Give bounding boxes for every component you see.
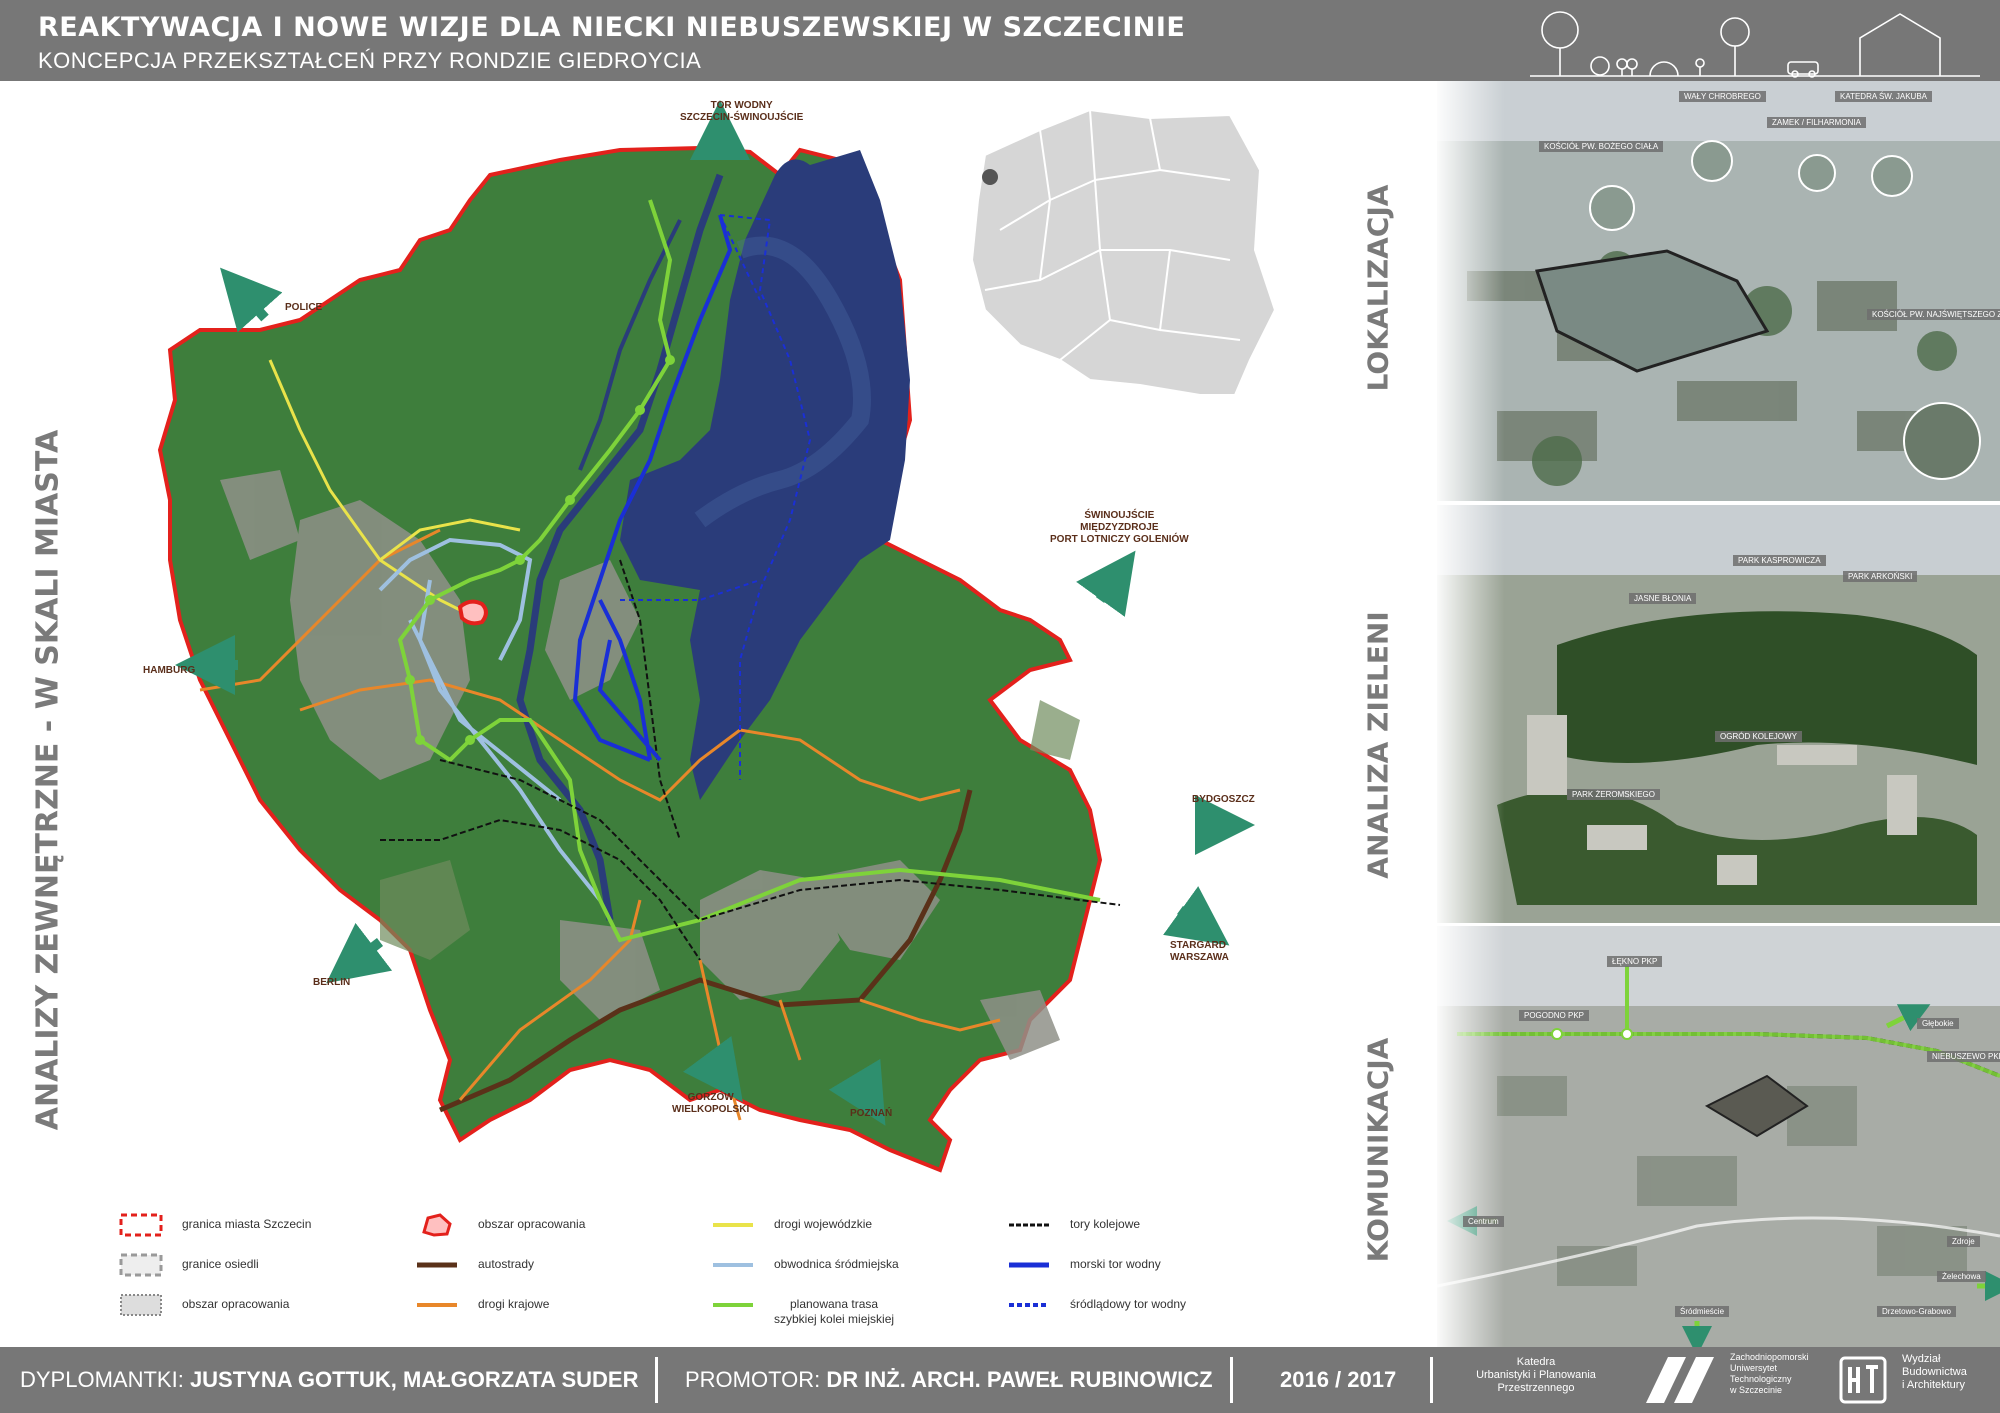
legend-symbol [713, 1303, 753, 1307]
legend-label: morski tor wodny [1070, 1257, 1161, 1271]
photo-tag: PARK KASPROWICZA [1733, 555, 1826, 566]
study-area-marker [457, 599, 488, 626]
label-police: POLICE [285, 302, 323, 313]
faculty-logo-icon [1839, 1356, 1887, 1404]
authors: DYPLOMANTKI: JUSTYNA GOTTUK, MAŁGORZATA … [20, 1367, 638, 1393]
page-title: REAKTYWACJA I NOWE WIZJE DLA NIECKI NIEB… [38, 12, 1186, 43]
map-legend: granica miasta Szczecin granice osiedli … [118, 1212, 1218, 1332]
poland-inset-map [970, 108, 1277, 396]
footer-bar: DYPLOMANTKI: JUSTYNA GOTTUK, MAŁGORZATA … [0, 1347, 2000, 1413]
zut-logo-icon [1646, 1357, 1714, 1403]
label-bydgoszcz: BYDGOSZCZ [1192, 794, 1255, 805]
legend-label: śródlądowy tor wodny [1070, 1297, 1187, 1311]
photo-tag: WAŁY CHROBREGO [1679, 91, 1766, 102]
legend-item: obszar opracowania [414, 1212, 585, 1238]
legend-symbol [1009, 1223, 1049, 1227]
legend-symbol [417, 1303, 457, 1307]
katedra-name: Katedra Urbanistyki i Planowania Przestr… [1476, 1356, 1596, 1394]
promotor-prefix: PROMOTOR: [685, 1367, 821, 1392]
label-tor-wodny: TOR WODNY SZCZECIN-ŚWINOUJŚCIE [680, 100, 804, 123]
label-berlin: BERLIN [313, 977, 351, 988]
photo-tag: Głębokie [1917, 1018, 1959, 1029]
label-stargard: STARGARD WARSZAWA [1170, 940, 1229, 963]
city-map [157, 100, 1277, 1173]
legend-item: śródlądowy tor wodny [1006, 1292, 1186, 1318]
zieleni-title: ANALIZA ZIELENI [1361, 611, 1395, 879]
footer-divider [1230, 1357, 1233, 1403]
legend-label: planowana trasa szybkiej kolei miejskiej [774, 1297, 895, 1326]
label-hamburg: HAMBURG [143, 665, 196, 676]
legend-label: obszar opracowania [182, 1297, 290, 1311]
zieleni-photo: PARK KASPROWICZA JASNE BŁONIA PARK ARKOŃ… [1437, 505, 2000, 923]
label-poznan: POZNAŃ [850, 1108, 893, 1119]
legend-item: obwodnica śródmiejska [710, 1252, 899, 1278]
legend-label: tory kolejowe [1070, 1217, 1141, 1231]
photo-tag: KATEDRA ŚW. JAKUBA [1835, 91, 1932, 102]
promotor: PROMOTOR: DR INŻ. ARCH. PAWEŁ RUBINOWICZ [685, 1367, 1213, 1393]
legend-label: drogi krajowe [478, 1297, 550, 1311]
legend-symbol [1009, 1303, 1049, 1307]
legend-symbol [713, 1223, 753, 1227]
photo-tag: KOŚCIÓŁ PW. BOŻEGO CIAŁA [1539, 141, 1664, 152]
footer-divider [1430, 1357, 1433, 1403]
legend-symbol [422, 1213, 452, 1237]
legend-label: autostrady [478, 1257, 535, 1271]
legend-item: obszar opracowania [118, 1292, 289, 1318]
legend-item: autostrady [414, 1252, 534, 1278]
photo-tag: KOŚCIÓŁ PW. NAJŚWIĘTSZEGO ZBAWICIELA [1867, 309, 2000, 320]
page-subtitle: KONCEPCJA PRZEKSZTAŁCEŃ PRZY RONDZIE GIE… [38, 48, 702, 73]
faculty-name: Wydział Budownictwa i Architektury [1902, 1353, 1967, 1391]
legend-label: obwodnica śródmiejska [774, 1257, 899, 1271]
photo-tag: JASNE BŁONIA [1629, 593, 1697, 604]
legend-label: granica miasta Szczecin [182, 1217, 312, 1231]
legend-label: obszar opracowania [478, 1217, 586, 1231]
legend-symbol [713, 1263, 753, 1267]
legend-symbol [119, 1213, 163, 1237]
komunikacja-title: KOMUNIKACJA [1361, 1037, 1395, 1263]
legend-item: granice osiedli [118, 1252, 259, 1278]
legend-label: drogi wojewódzkie [774, 1217, 873, 1231]
lokalizacja-title: LOKALIZACJA [1361, 184, 1395, 392]
university-name: Zachodniopomorski Uniwersytet Technologi… [1730, 1352, 1809, 1395]
legend-symbol [119, 1253, 163, 1277]
promotor-name: DR INŻ. ARCH. PAWEŁ RUBINOWICZ [826, 1367, 1213, 1392]
photo-tag: POGODNO PKP [1519, 1010, 1590, 1021]
authors-names: JUSTYNA GOTTUK, MAŁGORZATA SUDER [189, 1367, 639, 1392]
photo-tag: OGRÓD KOLEJOWY [1715, 731, 1802, 742]
photo-tag: Drzetowo-Grabowo [1877, 1306, 1956, 1317]
lokalizacja-photo: WAŁY CHROBREGO KATEDRA ŚW. JAKUBA ZAMEK … [1437, 81, 2000, 501]
legend-item: morski tor wodny [1006, 1252, 1161, 1278]
legend-label: granice osiedli [182, 1257, 259, 1271]
photo-tag: PARK ARKOŃSKI [1843, 571, 1918, 582]
footer-divider [655, 1357, 658, 1403]
photo-tag: ZAMEK / FILHARMONIA [1767, 117, 1866, 128]
legend-item: granica miasta Szczecin [118, 1212, 311, 1238]
academic-year: 2016 / 2017 [1280, 1367, 1397, 1392]
legend-symbol [120, 1294, 162, 1316]
photo-tag: Żelechowa [1937, 1271, 1986, 1282]
legend-item: tory kolejowe [1006, 1212, 1140, 1238]
legend-item: planowana trasa szybkiej kolei miejskiej [710, 1292, 894, 1327]
scale-pictogram-icon [1530, 11, 1980, 78]
photo-tag: NIEBUSZEWO PKP [1927, 1051, 2000, 1062]
legend-item: drogi wojewódzkie [710, 1212, 872, 1238]
photo-tag: Centrum [1463, 1216, 1504, 1227]
legend-symbol [1009, 1262, 1049, 1268]
photo-tag: Zdroje [1947, 1236, 1980, 1247]
photo-tag: ŁĘKNO PKP [1607, 956, 1663, 967]
komunikacja-photo: POGODNO PKP ŁĘKNO PKP Głębokie NIEBUSZEW… [1437, 926, 2000, 1347]
photo-tag: Śródmieście [1675, 1306, 1730, 1317]
authors-prefix: DYPLOMANTKI: [20, 1367, 184, 1392]
legend-item: drogi krajowe [414, 1292, 549, 1318]
label-gorzow: GORZÓW WIELKOPOLSKI [672, 1092, 750, 1115]
photo-tag: PARK ŻEROMSKIEGO [1567, 789, 1660, 800]
label-swinoujscie: ŚWINOUJŚCIE MIĘDZYZDROJE PORT LOTNICZY G… [1050, 510, 1189, 545]
header-bar: REAKTYWACJA I NOWE WIZJE DLA NIECKI NIEB… [0, 0, 2000, 81]
legend-symbol [417, 1262, 457, 1268]
